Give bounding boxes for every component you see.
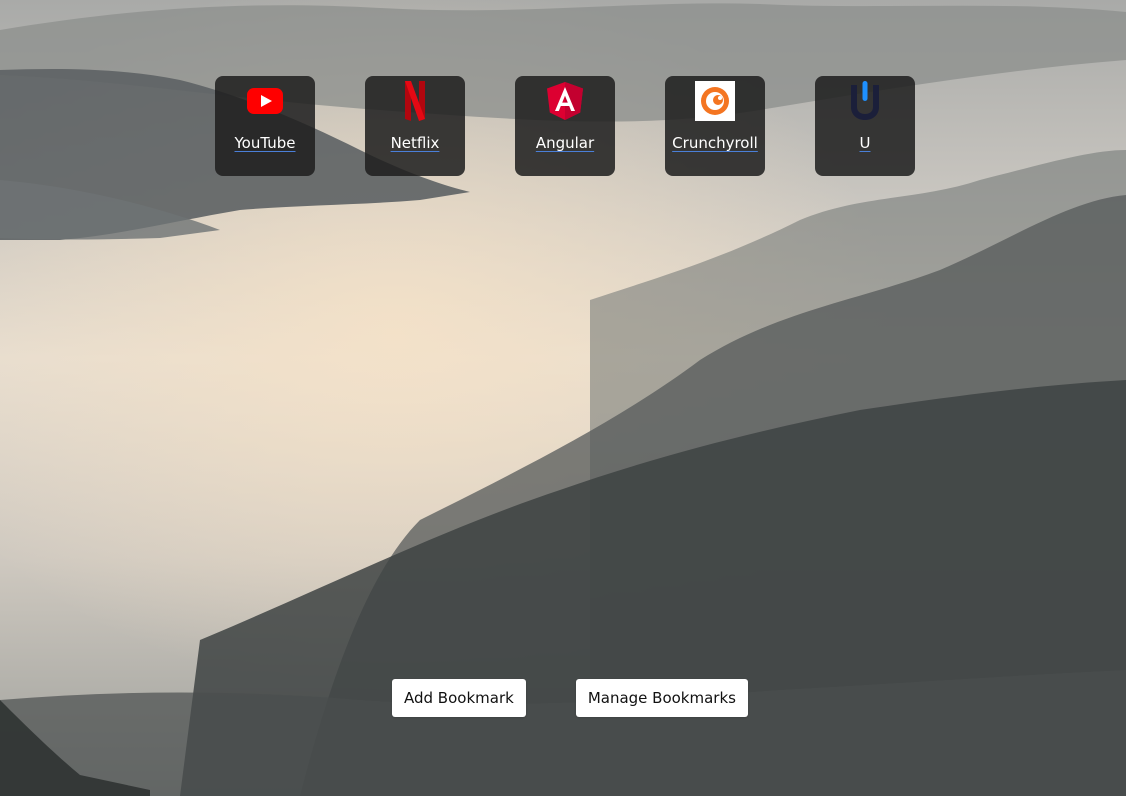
bookmark-label: Netflix (390, 134, 440, 152)
u-icon (845, 81, 885, 121)
bookmark-label: YouTube (234, 134, 296, 152)
netflix-icon (395, 81, 435, 121)
bookmark-tile-angular[interactable]: Angular (515, 76, 615, 176)
bookmark-actions: Add Bookmark Manage Bookmarks (392, 679, 748, 717)
bookmark-tile-u[interactable]: U (815, 76, 915, 176)
crunchyroll-icon (695, 81, 735, 121)
manage-bookmarks-button[interactable]: Manage Bookmarks (575, 679, 748, 717)
bookmark-tile-netflix[interactable]: Netflix (365, 76, 465, 176)
add-bookmark-button[interactable]: Add Bookmark (392, 679, 526, 717)
angular-icon (545, 81, 585, 121)
bookmark-label: Crunchyroll (672, 134, 758, 152)
bookmark-tile-youtube[interactable]: YouTube (215, 76, 315, 176)
new-tab-page: YouTube Netflix Angular Crunchyroll U Ad… (0, 0, 1126, 796)
bookmark-tile-crunchyroll[interactable]: Crunchyroll (665, 76, 765, 176)
youtube-icon (245, 81, 285, 121)
bookmark-grid: YouTube Netflix Angular Crunchyroll U (215, 76, 915, 176)
bookmark-label: Angular (535, 134, 595, 152)
bookmark-label: U (859, 134, 871, 152)
